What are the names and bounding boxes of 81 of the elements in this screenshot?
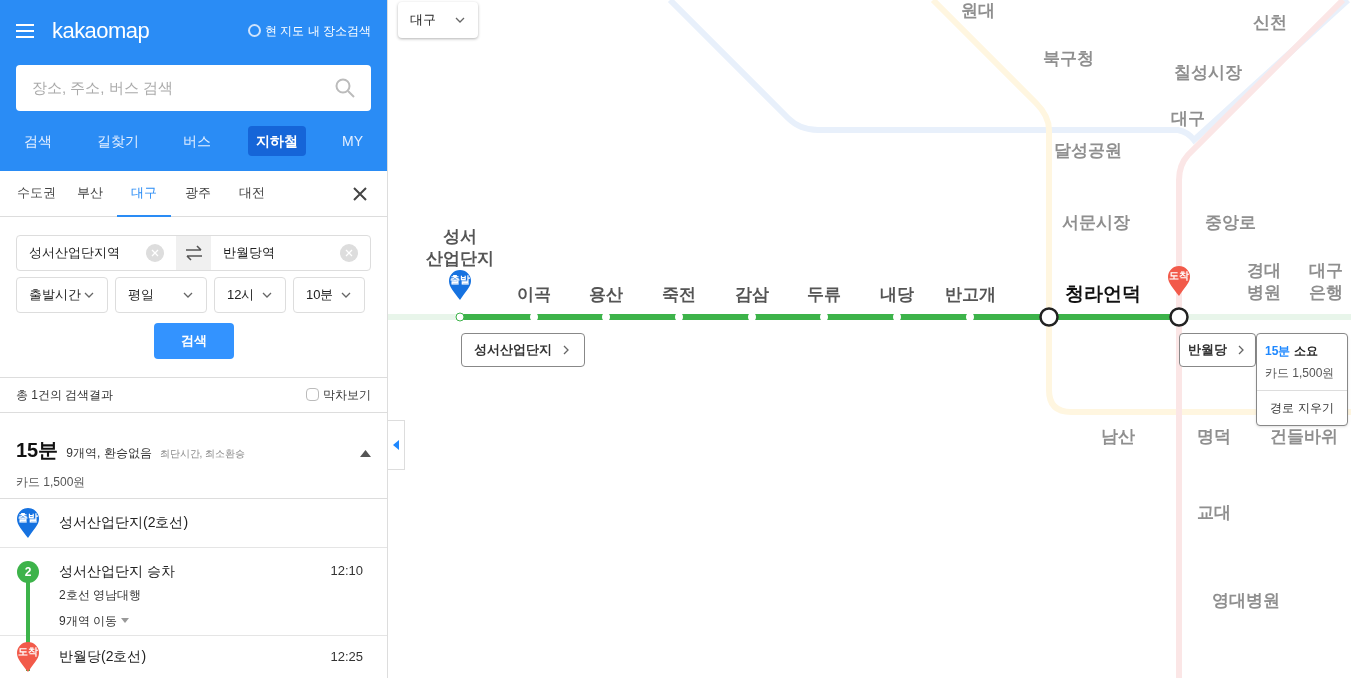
step-title: 성서산업단지(2호선) [59, 513, 189, 533]
pin-label: 도착 [1168, 271, 1190, 281]
station-label: 두류 [807, 285, 841, 304]
station-label: 건들바위 [1270, 427, 1338, 446]
dropdown[interactable]: 출발시간 [16, 277, 108, 313]
region-tab[interactable]: 광주 [171, 170, 225, 217]
fare: 카드 1,500원 [1264, 365, 1336, 382]
station-node [675, 313, 683, 321]
station-label: 중앙로 [1204, 213, 1256, 232]
caret-up-icon [360, 449, 371, 457]
region-tab[interactable]: 수도권 [9, 170, 63, 217]
region-tab[interactable]: 부산 [63, 170, 117, 217]
station-label: 내당 [880, 285, 914, 304]
station-label: 이곡 [517, 285, 551, 304]
station-label: 칠성시장 [1174, 63, 1242, 82]
radio[interactable] [248, 24, 261, 37]
pin-label: 출발 [17, 512, 39, 523]
station-node [893, 313, 901, 321]
step-time: 12:25 [330, 648, 363, 667]
station-label: 대구 은행 [1309, 261, 1343, 302]
route-fare: 카드 1,500원 [16, 473, 87, 491]
pin-label: 도착 [17, 646, 39, 657]
station-label: 교대 [1197, 503, 1231, 522]
station-label: 서문시장 [1062, 213, 1130, 232]
station-label: 원대 [961, 1, 995, 20]
nav-tab[interactable]: 지하철 [247, 126, 306, 156]
station-label: 용산 [589, 285, 623, 304]
station-callout[interactable]: 성서산업단지 [461, 333, 585, 367]
route-time: 15분 [16, 437, 59, 463]
station-node [820, 313, 828, 321]
close-icon[interactable] [353, 186, 367, 201]
station-label: 신천 [1253, 13, 1287, 32]
station-label: 북구청 [1042, 49, 1094, 68]
station-node [530, 313, 538, 321]
city-select[interactable]: 대구 [398, 2, 478, 38]
dropdown[interactable]: 10분 [293, 277, 365, 313]
duration-label: 소요 [1294, 343, 1319, 360]
station-label: 청라언덕 [1065, 283, 1141, 304]
station-label: 달성공원 [1054, 141, 1122, 160]
station-node [748, 313, 756, 321]
region-tab[interactable]: 대구 [117, 170, 171, 217]
caret-down-icon [121, 618, 129, 624]
station-callout[interactable]: 반월당 [1179, 333, 1256, 367]
station-node [455, 312, 465, 322]
stops-toggle[interactable]: 9개역 이동 [59, 611, 129, 630]
region-tab[interactable]: 대전 [225, 170, 279, 217]
station-node [1169, 307, 1189, 327]
station-label: 명덕 [1197, 427, 1231, 446]
search-bar[interactable]: 장소, 주소, 버스 검색 [16, 65, 371, 111]
collapse-button[interactable] [360, 449, 371, 457]
step-title: 반월당(2호선) [59, 647, 148, 667]
station-label: 반고개 [944, 285, 996, 304]
result-count: 총 1건의 검색결과 [16, 386, 114, 404]
station-label: 성서 산업단지 [426, 227, 494, 268]
station-label: 경대 병원 [1247, 261, 1281, 302]
station-node [602, 313, 610, 321]
last-train-checkbox[interactable]: 막차보기 [306, 385, 371, 404]
route-detail: 9개역, 환승없음 [66, 444, 152, 462]
caret-left-icon [393, 440, 399, 450]
station-node [966, 313, 974, 321]
duration: 15분 [1265, 343, 1291, 360]
station-label: 대구 [1171, 109, 1205, 128]
search-field[interactable]: 장소, 주소, 버스 검색 [32, 76, 335, 100]
pin-label: 출발 [449, 275, 471, 285]
station-label: 남산 [1101, 427, 1135, 446]
station-label: 영대병원 [1212, 591, 1280, 610]
clear-route-button[interactable]: 경로 지우기 [1257, 390, 1347, 425]
step-time: 12:10 [330, 561, 363, 580]
station-label: 죽전 [662, 285, 696, 304]
line-badge: 2 [17, 560, 39, 583]
route-tags: 최단시간, 최소환승 [159, 445, 246, 461]
step-title: 성서산업단지 승차 [59, 561, 175, 581]
dropdown[interactable]: 12시 [214, 277, 286, 313]
direction: 2호선 영남대행 [59, 586, 142, 604]
checkbox[interactable] [306, 388, 319, 402]
panel-toggle[interactable] [388, 420, 405, 470]
menu-icon[interactable] [16, 23, 34, 38]
station-label: 감삼 [735, 285, 769, 304]
search-icon[interactable] [335, 78, 355, 98]
dropdown[interactable]: 평일 [115, 277, 207, 313]
station-node [1039, 307, 1059, 327]
